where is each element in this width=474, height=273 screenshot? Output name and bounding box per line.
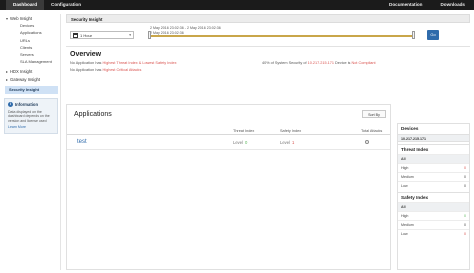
threat-index-title: Threat Index <box>398 144 469 154</box>
overview-text: No Application has <box>70 68 103 72</box>
sidebar-group-label: Gateway Insight <box>10 77 41 83</box>
threat-level: Level 0 <box>233 140 247 145</box>
information-title: Information <box>15 101 39 107</box>
sidebar-item-applications[interactable]: Applications <box>4 29 60 36</box>
sidebar-item-urls[interactable]: URLs <box>4 37 60 44</box>
filter-label: Low <box>401 232 408 236</box>
overview-compliance-status[interactable]: Not Compliant <box>352 61 376 65</box>
information-header: i Information <box>8 101 54 107</box>
application-name-link[interactable]: test <box>77 139 87 145</box>
overview-body: No Application has Highest Threat Index … <box>66 58 470 78</box>
information-box: i Information Data displayed on the dash… <box>4 97 58 135</box>
overview-highlight[interactable]: Highest Critical Attacks <box>103 68 142 72</box>
go-button[interactable]: Go <box>427 30 439 40</box>
level-label: Level <box>233 140 244 145</box>
filter-label: Medium <box>401 223 414 227</box>
sidebar-item-servers[interactable]: Servers <box>4 51 60 58</box>
sidebar-group-label: HDX Insight <box>10 69 33 75</box>
safety-filter-high[interactable]: High 0 <box>398 211 469 220</box>
overview-text: Device is <box>334 61 352 65</box>
threat-filter-high[interactable]: High 0 <box>398 163 469 172</box>
overview-line-security: 40% of System Security of 10.217.215.171… <box>262 61 376 65</box>
filter-label: All <box>401 205 406 209</box>
sidebar: ▾ Web Insight Devices Applications URLs … <box>4 14 61 270</box>
threat-filter-all[interactable]: All <box>398 154 469 163</box>
filter-label: Medium <box>401 175 414 179</box>
documentation-link[interactable]: Documentation <box>380 0 431 10</box>
overview-line-attacks: No Application has Highest Critical Atta… <box>70 68 141 72</box>
top-nav: Dashboard Configuration Documentation Do… <box>0 0 474 10</box>
sidebar-item-security-insight[interactable]: Security Insight <box>5 85 58 94</box>
safety-filter-low[interactable]: Low 0 <box>398 229 469 238</box>
sidebar-item-devices[interactable]: Devices <box>4 22 60 29</box>
threat-filter-medium[interactable]: Medium 0 <box>398 172 469 181</box>
filter-panel: Devices 10.217.215.171 Threat Index All … <box>397 123 470 270</box>
applications-panel: Applications Sort By Threat Index Safety… <box>66 104 391 270</box>
slider-start-handle[interactable] <box>148 31 151 39</box>
column-header-total-attacks[interactable]: Total Attacks <box>361 129 382 133</box>
tab-dashboard[interactable]: Dashboard <box>6 0 44 10</box>
slider-end-handle[interactable] <box>412 31 415 39</box>
column-header-threat-index[interactable]: Threat Index <box>233 129 254 133</box>
total-attacks-icon[interactable] <box>365 140 369 144</box>
device-ip-item[interactable]: 10.217.215.171 <box>398 134 469 142</box>
overview-highlight[interactable]: Highest Threat Index & Lowest Safety Ind… <box>103 61 177 65</box>
safety-level-value: 1 <box>292 140 295 145</box>
threat-filter-low[interactable]: Low 0 <box>398 181 469 190</box>
safety-index-title: Safety Index <box>398 192 469 202</box>
nav-right-links: Documentation Downloads <box>380 0 474 10</box>
info-icon: i <box>8 101 13 107</box>
time-range-select[interactable]: 1 Hour ▾ <box>70 31 134 39</box>
column-header-safety-index[interactable]: Safety Index <box>280 129 301 133</box>
sidebar-item-sla-management[interactable]: SLA Management <box>4 58 60 65</box>
filter-label: Low <box>401 184 408 188</box>
applications-table-header: Threat Index Safety Index Total Attacks <box>67 128 390 135</box>
tab-configuration[interactable]: Configuration <box>44 0 88 10</box>
devices-title: Devices <box>401 126 419 131</box>
filter-count: 0 <box>464 184 466 188</box>
safety-level: Level 1 <box>280 140 294 145</box>
table-row[interactable]: test Level 0 Level 1 <box>67 136 390 150</box>
sidebar-group-label: Web Insight <box>10 15 33 21</box>
safety-filter-medium[interactable]: Medium 0 <box>398 220 469 229</box>
calendar-icon <box>73 32 78 38</box>
range-start-label: 2 May 2016 23:02:36 - 2 May 2016 23:02:3… <box>150 26 221 30</box>
sidebar-group-gateway-insight[interactable]: ▸ Gateway Insight <box>4 76 60 84</box>
main-content: Security Insight 1 Hour ▾ 2 May 2016 23:… <box>66 14 470 270</box>
downloads-link[interactable]: Downloads <box>431 0 474 10</box>
chevron-down-icon: ▾ <box>129 33 131 37</box>
time-filter-bar: 1 Hour ▾ 2 May 2016 23:02:36 - 2 May 201… <box>66 23 470 47</box>
page-title: Security Insight <box>66 14 470 23</box>
overview-text: No Application has <box>70 61 103 65</box>
overview-line-threat: No Application has Highest Threat Index … <box>70 61 177 65</box>
time-slider-track[interactable] <box>150 35 414 37</box>
time-range-value: 1 Hour <box>80 32 93 38</box>
threat-level-value: 0 <box>245 140 248 145</box>
information-text: Data displayed on the dashboard depends … <box>8 109 50 123</box>
filter-label: All <box>401 157 406 161</box>
applications-title: Applications <box>74 111 112 118</box>
safety-filter-all[interactable]: All <box>398 202 469 211</box>
overview-title: Overview <box>70 51 102 58</box>
level-label: Level <box>280 140 291 145</box>
sidebar-item-clients[interactable]: Clients <box>4 44 60 51</box>
filter-count: 0 <box>464 232 466 236</box>
sort-by-button[interactable]: Sort By <box>362 110 386 118</box>
filter-label: High <box>401 166 409 170</box>
filter-label: High <box>401 214 409 218</box>
sidebar-group-hdx-insight[interactable]: ▸ HDX Insight <box>4 68 60 76</box>
overview-device-ip[interactable]: 10.217.215.171 <box>308 61 334 65</box>
overview-text: 40% of System Security of <box>262 61 308 65</box>
learn-more-link[interactable]: Learn More <box>8 125 54 129</box>
sidebar-group-web-insight[interactable]: ▾ Web Insight <box>4 14 60 22</box>
